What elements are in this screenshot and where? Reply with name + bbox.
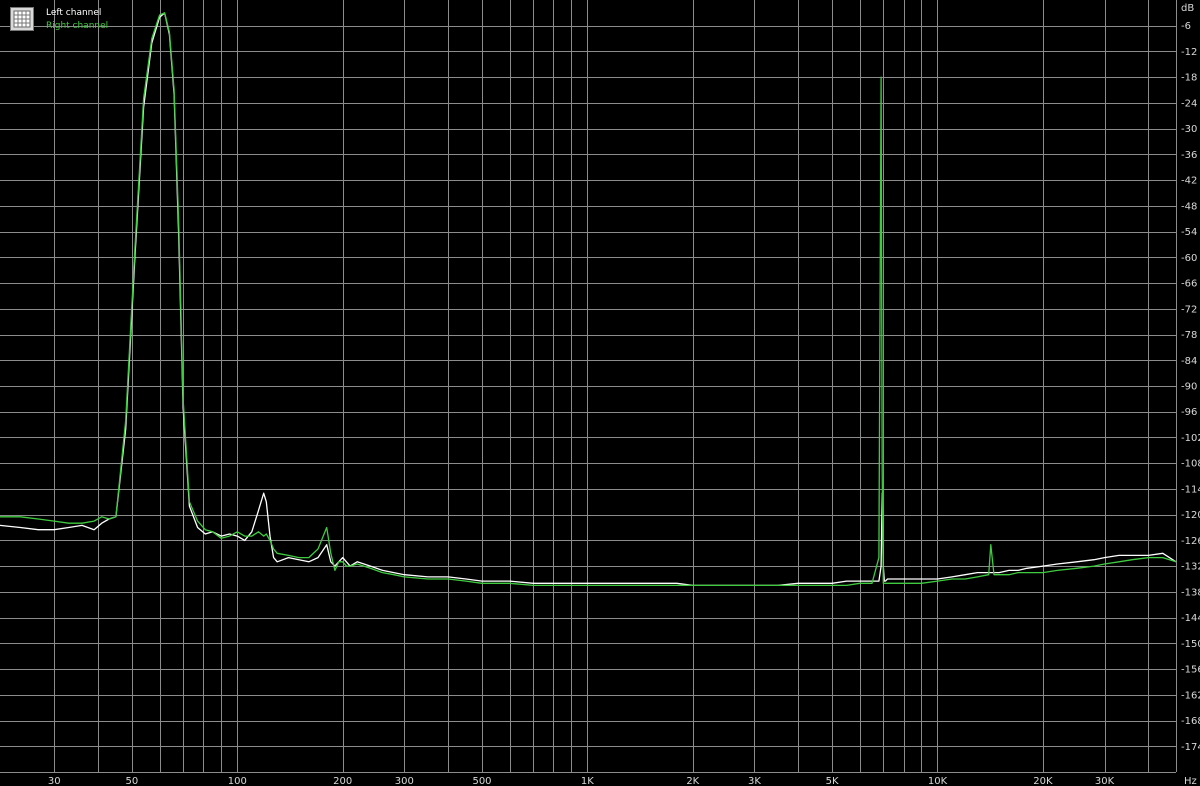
- legend-right-channel: Right channel: [46, 21, 109, 31]
- x-tick-label: 50: [126, 776, 139, 786]
- y-tick-label: -162: [1181, 690, 1200, 701]
- y-tick-label: -54: [1181, 227, 1197, 238]
- x-tick-label: 1K: [581, 776, 594, 786]
- y-tick-label: -84: [1181, 356, 1197, 367]
- y-tick-label: -48: [1181, 201, 1197, 212]
- y-tick-label: -30: [1181, 124, 1197, 135]
- y-tick-label: -168: [1181, 716, 1200, 727]
- y-tick-label: -18: [1181, 73, 1197, 84]
- y-tick-label: -174: [1181, 742, 1200, 753]
- x-tick-label: 30: [48, 776, 61, 786]
- x-tick-label: 500: [472, 776, 491, 786]
- y-tick-label: -6: [1181, 21, 1191, 32]
- y-tick-label: -42: [1181, 176, 1197, 187]
- spectrum-chart: -6 -12 -18 -24 -30 -36 -42 -48 -54 -60 -66 -72 -78 -8…: [0, 0, 1200, 786]
- y-unit-label: dB: [1181, 3, 1194, 14]
- y-tick-label: -90: [1181, 382, 1197, 393]
- x-tick-label: 30K: [1095, 776, 1115, 786]
- y-tick-label: -66: [1181, 279, 1197, 290]
- y-tick-label: -36: [1181, 150, 1197, 161]
- y-tick-label: -108: [1181, 459, 1200, 470]
- x-tick-label: 200: [333, 776, 352, 786]
- grid-icon[interactable]: [10, 7, 34, 31]
- y-tick-label: -60: [1181, 253, 1197, 264]
- y-tick-label: -126: [1181, 536, 1200, 547]
- x-tick-label: 10K: [928, 776, 948, 786]
- y-tick-label: -114: [1181, 484, 1200, 495]
- y-tick-label: -12: [1181, 47, 1197, 58]
- y-tick-label: -102: [1181, 433, 1200, 444]
- y-tick-label: -156: [1181, 665, 1200, 676]
- x-tick-label: 2K: [686, 776, 699, 786]
- x-tick-label: 20K: [1033, 776, 1053, 786]
- y-tick-label: -150: [1181, 639, 1200, 650]
- y-tick-label: -138: [1181, 587, 1200, 598]
- x-tick-label: 100: [228, 776, 247, 786]
- y-tick-label: -78: [1181, 330, 1197, 341]
- legend: Left channel Right channel: [6, 5, 118, 35]
- x-tick-label: 5K: [826, 776, 839, 786]
- y-tick-label: -24: [1181, 98, 1197, 109]
- legend-left-channel: Left channel: [46, 8, 102, 18]
- y-tick-label: -96: [1181, 407, 1197, 418]
- x-tick-label: 3K: [748, 776, 761, 786]
- y-tick-label: -72: [1181, 304, 1197, 315]
- y-tick-label: -120: [1181, 510, 1200, 521]
- y-tick-label: -132: [1181, 562, 1200, 573]
- x-unit-label: Hz: [1184, 776, 1197, 786]
- chart-background: [0, 0, 1200, 786]
- y-tick-label: -144: [1181, 613, 1200, 624]
- x-tick-label: 300: [395, 776, 414, 786]
